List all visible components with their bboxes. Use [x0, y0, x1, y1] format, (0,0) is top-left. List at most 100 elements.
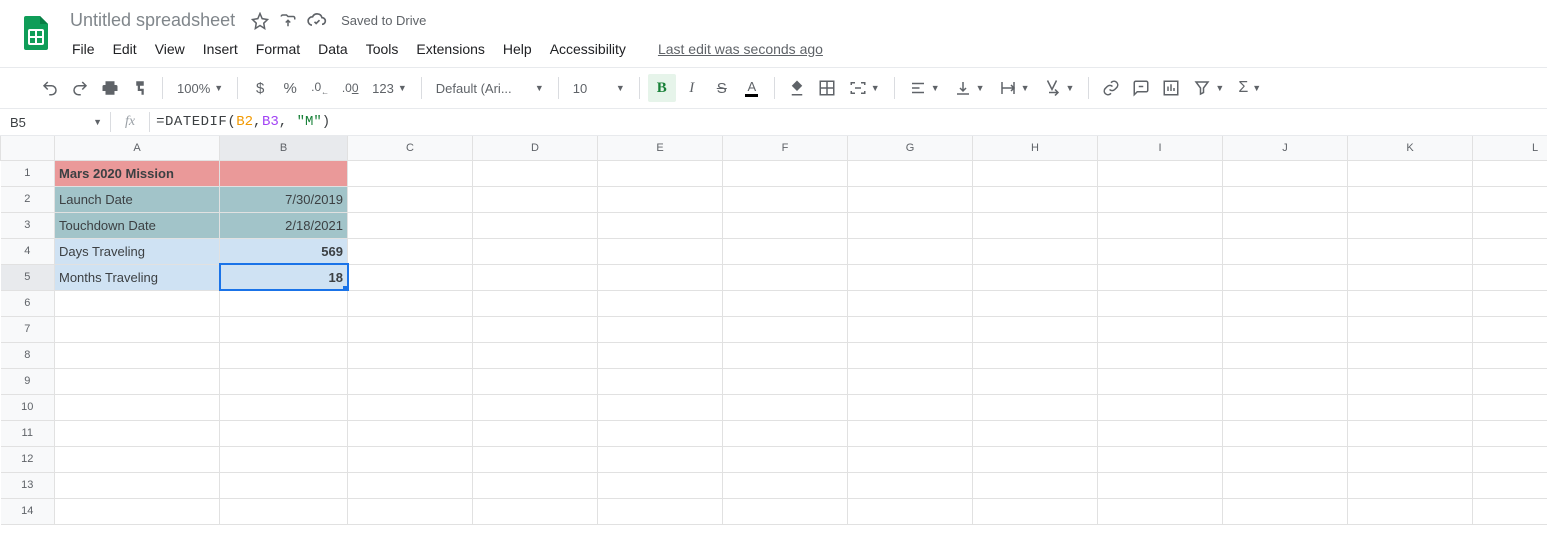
- cell-B7[interactable]: [220, 316, 348, 342]
- cell-K11[interactable]: [1348, 420, 1473, 446]
- cell-F10[interactable]: [723, 394, 848, 420]
- cell-B2[interactable]: 7/30/2019: [220, 186, 348, 212]
- cell-K2[interactable]: [1348, 186, 1473, 212]
- filter-button[interactable]: ▼: [1187, 74, 1230, 102]
- cell-H14[interactable]: [973, 498, 1098, 524]
- col-header-E[interactable]: E: [598, 136, 723, 160]
- cell-A7[interactable]: [55, 316, 220, 342]
- cell-A8[interactable]: [55, 342, 220, 368]
- cell-L9[interactable]: [1473, 368, 1547, 394]
- col-header-K[interactable]: K: [1348, 136, 1473, 160]
- cell-L8[interactable]: [1473, 342, 1547, 368]
- cell-I1[interactable]: [1098, 160, 1223, 186]
- cell-I10[interactable]: [1098, 394, 1223, 420]
- cell-K1[interactable]: [1348, 160, 1473, 186]
- cell-K4[interactable]: [1348, 238, 1473, 264]
- cell-E5[interactable]: [598, 264, 723, 290]
- cell-D2[interactable]: [473, 186, 598, 212]
- cell-C3[interactable]: [348, 212, 473, 238]
- cell-L3[interactable]: [1473, 212, 1547, 238]
- print-icon[interactable]: [96, 74, 124, 102]
- cell-C7[interactable]: [348, 316, 473, 342]
- cell-J6[interactable]: [1223, 290, 1348, 316]
- cell-J2[interactable]: [1223, 186, 1348, 212]
- col-header-H[interactable]: H: [973, 136, 1098, 160]
- cell-H11[interactable]: [973, 420, 1098, 446]
- cell-H13[interactable]: [973, 472, 1098, 498]
- cell-G5[interactable]: [848, 264, 973, 290]
- cell-A5[interactable]: Months Traveling: [55, 264, 220, 290]
- cell-F5[interactable]: [723, 264, 848, 290]
- cell-K6[interactable]: [1348, 290, 1473, 316]
- cell-E9[interactable]: [598, 368, 723, 394]
- cell-B4[interactable]: 569: [220, 238, 348, 264]
- cell-H10[interactable]: [973, 394, 1098, 420]
- cell-F2[interactable]: [723, 186, 848, 212]
- row-header-4[interactable]: 4: [1, 238, 55, 264]
- cell-D14[interactable]: [473, 498, 598, 524]
- text-color-button[interactable]: A: [738, 74, 766, 102]
- functions-button[interactable]: Σ▼: [1232, 74, 1267, 102]
- cell-L1[interactable]: [1473, 160, 1547, 186]
- cell-D4[interactable]: [473, 238, 598, 264]
- cell-B13[interactable]: [220, 472, 348, 498]
- cell-D1[interactable]: [473, 160, 598, 186]
- cell-I2[interactable]: [1098, 186, 1223, 212]
- last-edit-link[interactable]: Last edit was seconds ago: [658, 37, 823, 61]
- cell-K14[interactable]: [1348, 498, 1473, 524]
- menu-edit[interactable]: Edit: [105, 37, 145, 61]
- cell-D6[interactable]: [473, 290, 598, 316]
- cell-D10[interactable]: [473, 394, 598, 420]
- cell-J4[interactable]: [1223, 238, 1348, 264]
- cell-J3[interactable]: [1223, 212, 1348, 238]
- cell-G2[interactable]: [848, 186, 973, 212]
- cell-F13[interactable]: [723, 472, 848, 498]
- cell-F9[interactable]: [723, 368, 848, 394]
- row-header-8[interactable]: 8: [1, 342, 55, 368]
- cell-A1[interactable]: Mars 2020 Mission: [55, 160, 220, 186]
- cell-J8[interactable]: [1223, 342, 1348, 368]
- cell-K12[interactable]: [1348, 446, 1473, 472]
- cell-H5[interactable]: [973, 264, 1098, 290]
- row-header-2[interactable]: 2: [1, 186, 55, 212]
- cell-D7[interactable]: [473, 316, 598, 342]
- cell-E2[interactable]: [598, 186, 723, 212]
- col-header-C[interactable]: C: [348, 136, 473, 160]
- cell-C6[interactable]: [348, 290, 473, 316]
- cell-C10[interactable]: [348, 394, 473, 420]
- cell-E6[interactable]: [598, 290, 723, 316]
- cell-J13[interactable]: [1223, 472, 1348, 498]
- fill-color-button[interactable]: [783, 74, 811, 102]
- cell-B11[interactable]: [220, 420, 348, 446]
- cell-G4[interactable]: [848, 238, 973, 264]
- cell-G6[interactable]: [848, 290, 973, 316]
- cell-A9[interactable]: [55, 368, 220, 394]
- cell-E8[interactable]: [598, 342, 723, 368]
- col-header-I[interactable]: I: [1098, 136, 1223, 160]
- cell-B12[interactable]: [220, 446, 348, 472]
- cell-L7[interactable]: [1473, 316, 1547, 342]
- cell-G10[interactable]: [848, 394, 973, 420]
- row-header-13[interactable]: 13: [1, 472, 55, 498]
- cell-B3[interactable]: 2/18/2021: [220, 212, 348, 238]
- name-box[interactable]: B5 ▼: [0, 115, 110, 130]
- cell-L5[interactable]: [1473, 264, 1547, 290]
- row-header-6[interactable]: 6: [1, 290, 55, 316]
- col-header-J[interactable]: J: [1223, 136, 1348, 160]
- cell-H9[interactable]: [973, 368, 1098, 394]
- redo-icon[interactable]: [66, 74, 94, 102]
- cell-J9[interactable]: [1223, 368, 1348, 394]
- cell-A10[interactable]: [55, 394, 220, 420]
- cell-G13[interactable]: [848, 472, 973, 498]
- cell-J1[interactable]: [1223, 160, 1348, 186]
- row-header-5[interactable]: 5: [1, 264, 55, 290]
- formula-bar[interactable]: =DATEDIF(B2,B3, "M"): [150, 114, 331, 130]
- col-header-B[interactable]: B: [220, 136, 348, 160]
- cell-I6[interactable]: [1098, 290, 1223, 316]
- cell-I11[interactable]: [1098, 420, 1223, 446]
- cell-E4[interactable]: [598, 238, 723, 264]
- star-icon[interactable]: [251, 12, 269, 30]
- undo-icon[interactable]: [36, 74, 64, 102]
- cell-K13[interactable]: [1348, 472, 1473, 498]
- cell-L12[interactable]: [1473, 446, 1547, 472]
